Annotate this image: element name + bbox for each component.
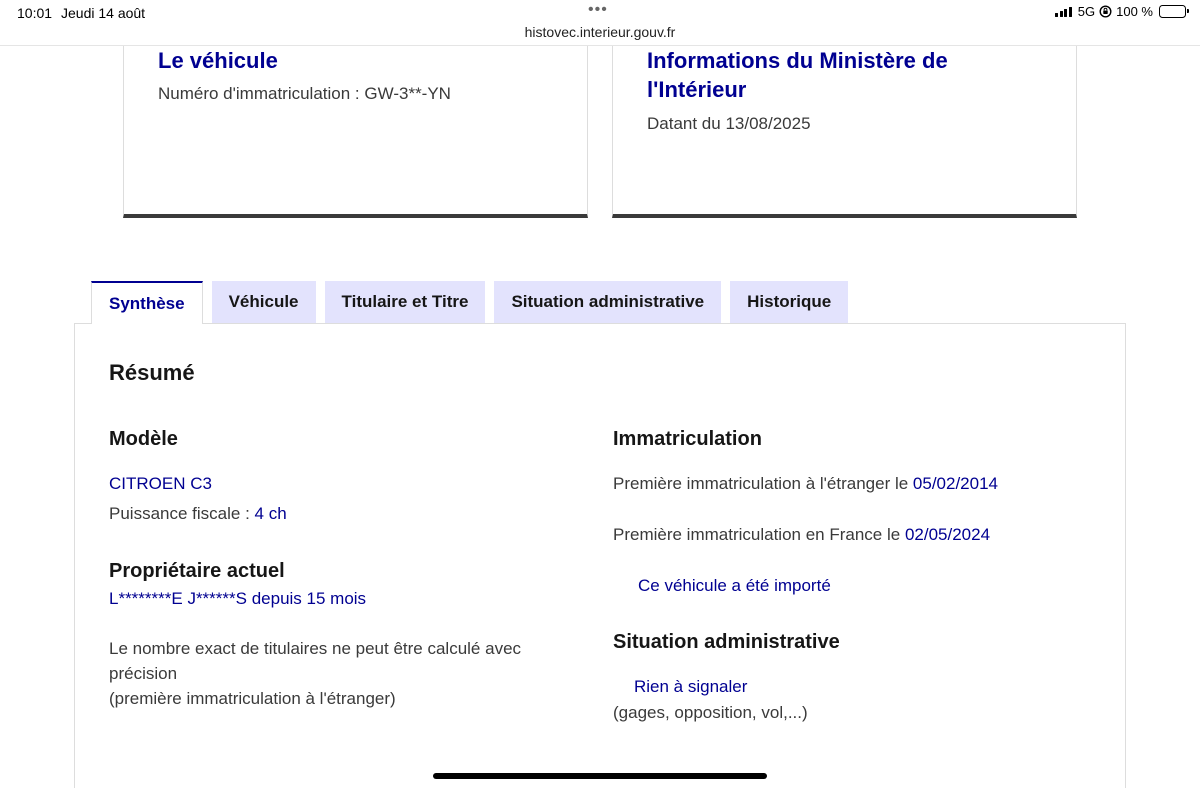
owner-since-value: 15 mois bbox=[306, 589, 367, 608]
fiscal-power-value: 4 ch bbox=[254, 504, 287, 523]
tab-historique[interactable]: Historique bbox=[730, 281, 849, 323]
owner-note-line1: Le nombre exact de titulaires ne peut êt… bbox=[109, 639, 522, 658]
summary-title: Résumé bbox=[109, 360, 195, 385]
owner-name: L********E J******S bbox=[109, 589, 247, 608]
admin-status: Rien à signaler bbox=[634, 677, 748, 696]
vehicle-card-title: Le véhicule bbox=[158, 48, 278, 73]
owner-heading: Propriétaire actuel bbox=[109, 560, 285, 582]
battery-icon bbox=[1159, 5, 1189, 18]
ministry-title-line1: Informations du Ministère de bbox=[647, 48, 948, 73]
admin-heading: Situation administrative bbox=[613, 631, 840, 653]
report-tabs: Synthèse Véhicule Titulaire et Titre Sit… bbox=[91, 281, 849, 324]
status-indicators: 5G 100 % bbox=[1055, 4, 1189, 19]
tab-vehicule[interactable]: Véhicule bbox=[211, 281, 316, 323]
ministry-card-title: Informations du Ministère de l'Intérieur bbox=[647, 46, 948, 104]
orientation-lock-icon bbox=[1099, 5, 1112, 18]
status-time: 10:01 bbox=[17, 5, 53, 21]
status-bar: 10:01 Jeudi 14 août ••• histovec.interie… bbox=[0, 0, 1200, 46]
address-bar[interactable]: histovec.interieur.gouv.fr bbox=[0, 24, 1200, 40]
tab-synthese[interactable]: Synthèse bbox=[91, 281, 203, 324]
plate-number: Numéro d'immatriculation : GW-3**-YN bbox=[158, 84, 451, 104]
owner-note-line3: (première immatriculation à l'étranger) bbox=[109, 689, 396, 708]
network-label: 5G bbox=[1077, 4, 1096, 19]
model-name: CITROEN C3 bbox=[109, 474, 212, 493]
first-registration-france: Première immatriculation en France le 02… bbox=[613, 522, 990, 547]
owner-note-line2: précision bbox=[109, 664, 178, 683]
owner-info: L********E J******S depuis 15 mois bbox=[109, 586, 366, 611]
tab-titulaire-titre[interactable]: Titulaire et Titre bbox=[324, 281, 486, 323]
signal-icon bbox=[1055, 6, 1072, 17]
plate-label: Numéro d'immatriculation : bbox=[158, 84, 365, 103]
tab-panel-synthese: Résumé Modèle CITROEN C3 Puissance fisca… bbox=[74, 323, 1126, 788]
foreign-date: 05/02/2014 bbox=[912, 474, 999, 493]
ministry-card: Informations du Ministère de l'Intérieur… bbox=[612, 46, 1077, 218]
first-registration-foreign: Première immatriculation à l'étranger le… bbox=[613, 471, 998, 496]
foreign-label: Première immatriculation à l'étranger le bbox=[613, 474, 913, 493]
home-indicator[interactable] bbox=[433, 773, 767, 779]
france-date: 02/05/2024 bbox=[904, 525, 991, 544]
plate-value: GW-3**-YN bbox=[364, 84, 451, 103]
status-date: Jeudi 14 août bbox=[61, 5, 146, 21]
tab-situation-administrative[interactable]: Situation administrative bbox=[494, 281, 722, 323]
france-label: Première immatriculation en France le bbox=[613, 525, 905, 544]
battery-label: 100 % bbox=[1116, 4, 1153, 19]
ministry-title-line2: l'Intérieur bbox=[647, 77, 747, 102]
more-options-icon[interactable]: ••• bbox=[588, 2, 608, 18]
fiscal-power-label: Puissance fiscale : bbox=[109, 504, 255, 523]
imported-notice: Ce véhicule a été importé bbox=[638, 576, 831, 595]
fiscal-power: Puissance fiscale : 4 ch bbox=[109, 501, 287, 526]
data-date: Datant du 13/08/2025 bbox=[647, 114, 811, 133]
registration-heading: Immatriculation bbox=[613, 428, 762, 450]
model-heading: Modèle bbox=[109, 428, 178, 450]
owner-since-label: depuis bbox=[246, 589, 307, 608]
owner-count-note: Le nombre exact de titulaires ne peut êt… bbox=[109, 636, 521, 711]
vehicle-card: Le véhicule Numéro d'immatriculation : G… bbox=[123, 46, 588, 218]
admin-details: (gages, opposition, vol,...) bbox=[613, 703, 808, 722]
